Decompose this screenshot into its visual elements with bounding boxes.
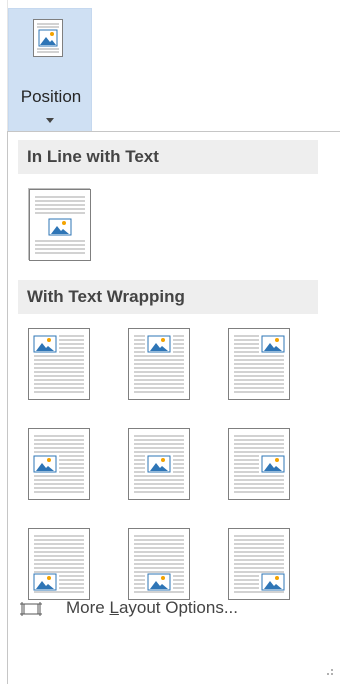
wrap-position-in-line-with-text-icon xyxy=(29,189,91,261)
wrap-position-top-right-icon xyxy=(228,328,290,400)
position-dropdown-menu: In Line with Text With Text Wrapping Mor… xyxy=(7,131,340,684)
wrap-position-middle-center-icon xyxy=(128,428,190,500)
wrap-position-middle-left-icon xyxy=(28,428,90,500)
position-tile-middle-left[interactable] xyxy=(28,428,90,500)
section-header-wrapping: With Text Wrapping xyxy=(18,280,318,314)
resize-grip-icon[interactable] xyxy=(322,666,334,678)
more-layout-options-item[interactable]: More Layout Options... xyxy=(8,590,340,630)
more-layout-options-label: More Layout Options... xyxy=(66,598,239,617)
position-button-label: Position xyxy=(20,87,82,106)
layout-options-icon xyxy=(20,602,42,616)
position-button[interactable]: Position xyxy=(8,8,92,132)
position-tile-middle-center[interactable] xyxy=(128,428,190,500)
wrap-position-top-left-icon xyxy=(28,328,90,400)
position-tile-top-left[interactable] xyxy=(28,328,90,400)
position-picture-icon xyxy=(33,19,63,57)
position-tile-in-line-with-text[interactable] xyxy=(28,188,91,261)
position-tile-middle-right[interactable] xyxy=(228,428,290,500)
wrap-position-middle-right-icon xyxy=(228,428,290,500)
position-tile-top-center[interactable] xyxy=(128,328,190,400)
wrap-position-top-center-icon xyxy=(128,328,190,400)
position-tile-top-right[interactable] xyxy=(228,328,290,400)
section-header-inline: In Line with Text xyxy=(18,140,318,174)
dropdown-caret-icon xyxy=(46,118,54,123)
